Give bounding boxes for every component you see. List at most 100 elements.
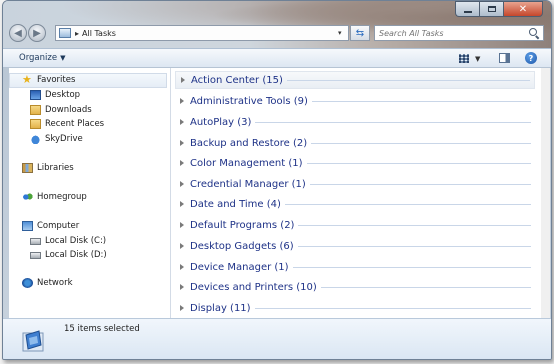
nav-network-label: Network bbox=[37, 278, 73, 288]
vertical-scrollbar[interactable] bbox=[541, 68, 550, 318]
group-header[interactable]: Default Programs (2) bbox=[175, 216, 535, 234]
nav-recent-places[interactable]: Recent Places bbox=[30, 119, 104, 129]
computer-icon bbox=[22, 221, 33, 231]
forward-button[interactable]: ▶ bbox=[28, 24, 46, 42]
organize-label: Organize bbox=[19, 53, 58, 63]
homegroup-icon bbox=[22, 192, 33, 202]
organize-dropdown-icon: ▼ bbox=[60, 54, 66, 62]
nav-desktop[interactable]: Desktop bbox=[30, 90, 80, 100]
group-header[interactable]: AutoPlay (3) bbox=[175, 113, 535, 131]
group-header[interactable]: Desktop Gadgets (6) bbox=[175, 237, 535, 255]
group-header[interactable]: Administrative Tools (9) bbox=[175, 92, 535, 110]
maximize-icon bbox=[487, 6, 496, 12]
expand-triangle-icon[interactable] bbox=[180, 201, 184, 207]
group-label: Administrative Tools (9) bbox=[190, 95, 308, 107]
group-label: Default Programs (2) bbox=[190, 219, 295, 231]
hard-disk-icon bbox=[30, 251, 41, 259]
preview-pane-icon[interactable] bbox=[499, 53, 510, 63]
group-header[interactable]: Credential Manager (1) bbox=[175, 175, 535, 193]
refresh-button[interactable]: ⇆ bbox=[350, 25, 370, 41]
group-header[interactable]: Device Manager (1) bbox=[175, 258, 535, 276]
group-divider bbox=[309, 183, 531, 185]
expand-triangle-icon[interactable] bbox=[180, 98, 184, 104]
expand-triangle-icon[interactable] bbox=[180, 284, 184, 290]
change-view-button[interactable]: ▼ bbox=[459, 52, 487, 65]
nav-local-disk-d[interactable]: Local Disk (D:) bbox=[30, 250, 107, 260]
expand-triangle-icon[interactable] bbox=[180, 160, 184, 166]
group-label: Desktop Gadgets (6) bbox=[190, 240, 294, 252]
nav-computer[interactable]: Computer bbox=[22, 221, 79, 231]
organize-button[interactable]: Organize ▼ bbox=[19, 53, 65, 63]
expand-triangle-icon[interactable] bbox=[181, 77, 185, 83]
navigation-pane: ★ Favorites Desktop Downloads Recent Plac… bbox=[9, 68, 171, 318]
nav-homegroup[interactable]: Homegroup bbox=[22, 192, 87, 202]
explorer-window: ✕ ◀ ▶ ▸ All Tasks ▾ ⇆ Organize▼ ▼ ? ★Fav… bbox=[2, 0, 552, 360]
nav-recent-places-label: Recent Places bbox=[45, 119, 105, 129]
expand-triangle-icon[interactable] bbox=[180, 119, 184, 125]
help-icon[interactable]: ? bbox=[525, 52, 537, 64]
nav-network[interactable]: Network bbox=[22, 278, 73, 288]
network-icon bbox=[22, 278, 33, 288]
group-divider bbox=[298, 224, 531, 226]
search-input[interactable] bbox=[375, 27, 529, 39]
nav-local-disk-c-label: Local Disk (C:) bbox=[45, 236, 107, 246]
group-divider bbox=[286, 79, 530, 81]
address-dropdown-icon[interactable]: ▾ bbox=[338, 29, 348, 37]
maximize-button[interactable] bbox=[479, 1, 503, 17]
breadcrumb-separator-icon[interactable]: ▸ bbox=[75, 29, 79, 38]
nav-homegroup-label: Homegroup bbox=[37, 192, 87, 202]
view-grid-icon bbox=[459, 54, 469, 63]
nav-computer-label: Computer bbox=[37, 221, 80, 231]
group-divider bbox=[292, 266, 531, 268]
minimize-button[interactable] bbox=[455, 1, 479, 17]
expand-triangle-icon[interactable] bbox=[180, 305, 184, 311]
nav-downloads[interactable]: Downloads bbox=[30, 105, 92, 115]
skydrive-cloud-icon bbox=[30, 134, 41, 144]
search-box[interactable] bbox=[374, 25, 544, 41]
view-dropdown-icon[interactable]: ▼ bbox=[475, 55, 480, 63]
forward-arrow-icon: ▶ bbox=[33, 27, 41, 39]
nav-downloads-label: Downloads bbox=[45, 105, 92, 115]
nav-favorites[interactable]: ★ Favorites bbox=[22, 73, 76, 86]
hard-disk-icon bbox=[30, 237, 41, 245]
group-divider bbox=[306, 162, 531, 164]
expand-triangle-icon[interactable] bbox=[180, 243, 184, 249]
control-panel-flag-icon bbox=[22, 330, 44, 352]
close-icon: ✕ bbox=[518, 3, 528, 15]
group-divider bbox=[284, 203, 531, 205]
nav-skydrive[interactable]: SkyDrive bbox=[30, 134, 83, 144]
search-icon[interactable] bbox=[529, 27, 540, 39]
refresh-icon: ⇆ bbox=[355, 27, 365, 39]
group-label: Date and Time (4) bbox=[190, 198, 281, 210]
expand-triangle-icon[interactable] bbox=[180, 222, 184, 228]
details-pane: 15 items selected bbox=[3, 318, 551, 359]
group-divider bbox=[320, 286, 531, 288]
task-groups-list: Action Center (15) Administrative Tools … bbox=[171, 68, 541, 318]
star-icon: ★ bbox=[22, 73, 32, 86]
address-bar[interactable]: ▸ All Tasks ▾ bbox=[55, 25, 349, 41]
expand-triangle-icon[interactable] bbox=[180, 264, 184, 270]
breadcrumb-all-tasks[interactable]: All Tasks bbox=[82, 29, 116, 38]
nav-local-disk-c[interactable]: Local Disk (C:) bbox=[30, 236, 106, 246]
group-header[interactable]: Display (11) bbox=[175, 299, 535, 317]
nav-desktop-label: Desktop bbox=[45, 90, 81, 100]
expand-triangle-icon[interactable] bbox=[180, 140, 184, 146]
downloads-folder-icon bbox=[30, 105, 41, 115]
group-header[interactable]: Backup and Restore (2) bbox=[175, 134, 535, 152]
group-header[interactable]: Devices and Printers (10) bbox=[175, 278, 535, 296]
back-arrow-icon: ◀ bbox=[14, 27, 22, 39]
back-button[interactable]: ◀ bbox=[9, 24, 27, 42]
selection-count-text: 15 items selected bbox=[64, 324, 140, 334]
nav-favorites-label: Favorites bbox=[37, 75, 76, 85]
command-bar: Organize ▼ ▼ ? bbox=[3, 48, 551, 68]
close-button[interactable]: ✕ bbox=[503, 1, 543, 17]
nav-skydrive-label: SkyDrive bbox=[45, 134, 83, 144]
group-header[interactable]: Action Center (15) bbox=[175, 71, 535, 89]
group-label: Backup and Restore (2) bbox=[190, 137, 308, 149]
group-header[interactable]: Color Management (1) bbox=[175, 154, 535, 172]
libraries-icon bbox=[22, 163, 33, 173]
group-header[interactable]: Date and Time (4) bbox=[175, 195, 535, 213]
group-label: Action Center (15) bbox=[191, 74, 283, 86]
expand-triangle-icon[interactable] bbox=[180, 181, 184, 187]
nav-libraries[interactable]: Libraries bbox=[22, 163, 74, 173]
